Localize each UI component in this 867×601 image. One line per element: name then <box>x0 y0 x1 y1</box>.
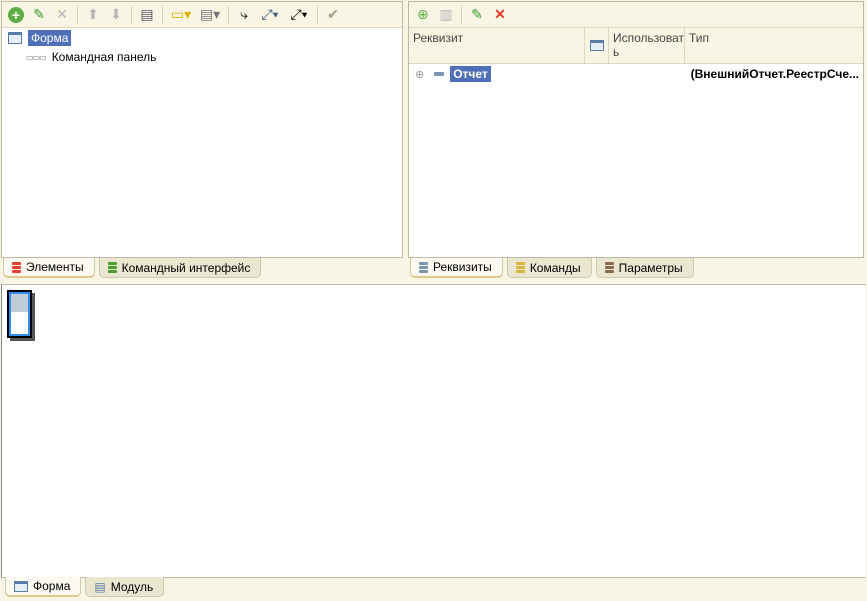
editor-tabs: Форма ▤ Модуль <box>5 577 165 597</box>
attributes-panel: ⊕ ▥ ✎ ✕ Реквизит Использоват ь Тип ⊕ Отч… <box>408 1 864 258</box>
tab-label: Элементы <box>26 260 84 274</box>
expand-icon[interactable]: ⊕ <box>415 68 424 81</box>
form-elements-panel: + ✎ ✕ ⬆ ⬇ ▤ ▭▾ ▤▾ ⤷ ⤢▾ ⤢▾ ✔ Форма ▭▭▭ Ко… <box>1 1 403 258</box>
layout-dropdown-icon[interactable]: ▤▾ <box>197 5 223 25</box>
attribute-name: Отчет <box>450 66 491 82</box>
tab-label: Модуль <box>110 579 154 594</box>
divider <box>131 5 132 24</box>
divider <box>77 5 78 24</box>
tab-attributes[interactable]: Реквизиты <box>410 258 503 278</box>
tab-module[interactable]: ▤ Модуль <box>85 577 165 597</box>
column-header-type[interactable]: Тип <box>685 28 863 63</box>
divider <box>317 5 318 24</box>
attributes-toolbar: ⊕ ▥ ✎ ✕ <box>409 2 863 28</box>
divider <box>228 5 229 24</box>
add-column-icon[interactable]: ▥ <box>436 5 456 25</box>
divider <box>461 5 462 24</box>
commands-icon <box>515 262 525 273</box>
command-panel-icon: ▭▭▭ <box>26 52 47 62</box>
display-dropdown-icon[interactable]: ▭▾ <box>168 5 194 25</box>
column-header-use[interactable]: Использоват ь <box>609 28 685 63</box>
move-down-icon[interactable]: ⬇ <box>106 5 126 25</box>
edit-icon[interactable]: ✎ <box>467 5 487 25</box>
attributes-tabs: Реквизиты Команды Параметры <box>410 258 694 278</box>
add-icon[interactable]: + <box>6 5 26 25</box>
tree-item-label: Форма <box>28 30 72 46</box>
form-icon <box>8 32 22 44</box>
tab-commands[interactable]: Команды <box>506 258 592 278</box>
tab-label: Параметры <box>618 260 683 275</box>
tab-label: Форма <box>33 579 71 593</box>
tree-item-label: Командная панель <box>51 50 157 64</box>
tree-item-form[interactable]: Форма <box>8 30 72 46</box>
tab-elements[interactable]: Элементы <box>3 258 95 278</box>
list-icon[interactable]: ▤ <box>137 5 157 25</box>
delete-icon[interactable]: ✕ <box>490 5 510 25</box>
column-header-view-icon[interactable] <box>585 28 609 63</box>
attribute-type: (ВнешнийОтчет.РеестрСче... <box>690 67 859 81</box>
delete-icon[interactable]: ✕ <box>52 5 72 25</box>
tab-form[interactable]: Форма <box>5 577 82 597</box>
resize-dropdown-icon[interactable]: ⤢▾ <box>257 5 283 25</box>
tab-parameters[interactable]: Параметры <box>595 258 694 278</box>
swap-icon[interactable]: ⤷ <box>234 5 254 25</box>
expand-dropdown-icon[interactable]: ⤢▾ <box>286 5 312 25</box>
attributes-icon <box>419 261 428 273</box>
edit-icon[interactable]: ✎ <box>29 5 49 25</box>
attribute-icon <box>434 72 445 76</box>
tab-label: Команды <box>529 260 581 275</box>
elements-tabs: Элементы Командный интерфейс <box>3 258 262 278</box>
add-attribute-icon[interactable]: ⊕ <box>413 5 433 25</box>
move-up-icon[interactable]: ⬆ <box>83 5 103 25</box>
form-preview-thumbnail[interactable] <box>7 290 32 338</box>
form-icon <box>14 580 28 592</box>
tab-label: Реквизиты <box>433 260 492 274</box>
tree-item-command-panel[interactable]: ▭▭▭ Командная панель <box>26 50 156 64</box>
divider <box>162 5 163 24</box>
check-icon[interactable]: ✔ <box>323 5 343 25</box>
attributes-table-header: Реквизит Использоват ь Тип <box>409 28 863 64</box>
tab-label: Командный интерфейс <box>121 260 251 275</box>
form-preview-area[interactable] <box>1 284 866 578</box>
column-header-attribute[interactable]: Реквизит <box>409 28 585 63</box>
elements-toolbar: + ✎ ✕ ⬆ ⬇ ▤ ▭▾ ▤▾ ⤷ ⤢▾ ⤢▾ ✔ <box>2 2 402 28</box>
command-interface-icon <box>107 262 117 273</box>
parameters-icon <box>604 262 614 273</box>
tab-command-interface[interactable]: Командный интерфейс <box>98 258 262 278</box>
elements-icon <box>12 261 21 273</box>
table-row[interactable]: ⊕ Отчет (ВнешнийОтчет.РеестрСче... <box>415 66 859 82</box>
module-icon: ▤ <box>94 579 106 594</box>
